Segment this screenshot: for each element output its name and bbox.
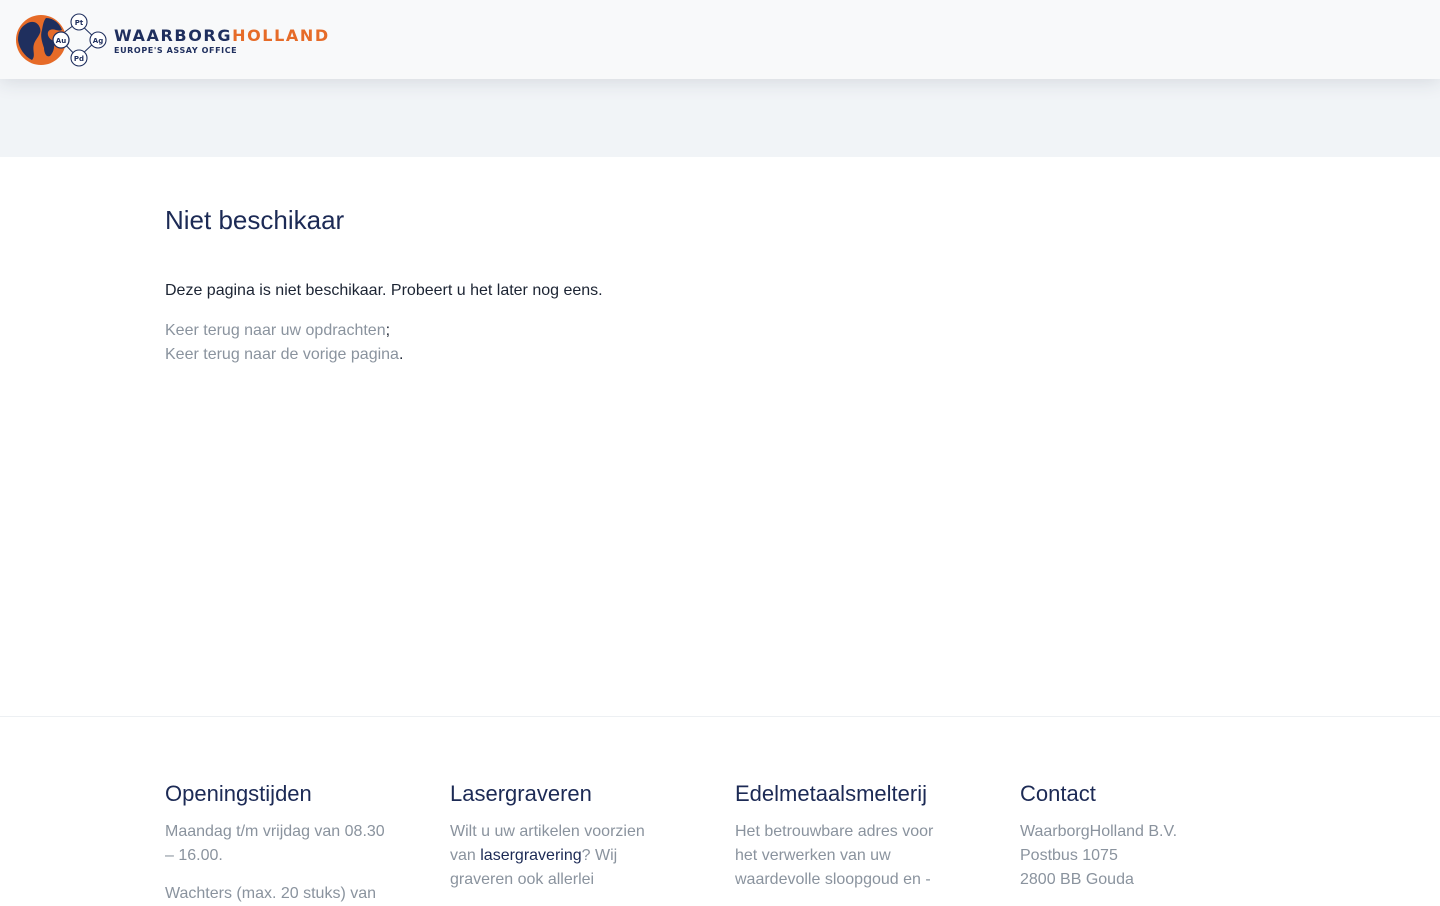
waarborgholland-logo[interactable]: Au Pt Ag Pd WAARBORGHOLLAND EUROPE'S ASS… (16, 12, 330, 68)
main-content: Niet beschikaar Deze pagina is niet besc… (165, 157, 1275, 367)
footer-heading-openingstijden: Openingstijden (165, 781, 312, 806)
page-title: Niet beschikaar (165, 205, 345, 235)
svg-text:Ag: Ag (93, 37, 103, 45)
opening-hours-text: Maandag t/m vrijdag van 08.30 – 16.00. (165, 823, 385, 864)
contact-postbus: Postbus 1075 (1020, 847, 1118, 864)
footer-heading-lasergraveren: Lasergraveren (450, 781, 592, 806)
globe-elements-logo-icon: Au Pt Ag Pd (16, 13, 107, 67)
footer-column-contact: Contact WaarborgHolland B.V. Postbus 107… (1020, 780, 1245, 892)
footer-column-lasergraveren: Lasergraveren Wilt u uw artikelen voorzi… (450, 780, 655, 892)
return-link-row: Keer terug naar uw opdrachten; (165, 319, 1275, 343)
lasergravering-link[interactable]: lasergravering (480, 847, 581, 864)
unavailable-message: Deze pagina is niet beschikaar. Probeert… (165, 282, 603, 299)
return-link-row: Keer terug naar de vorige pagina. (165, 343, 1275, 367)
site-header: Au Pt Ag Pd WAARBORGHOLLAND EUROPE'S ASS… (0, 0, 1440, 79)
opening-hours-extra-text: Wachters (max. 20 stuks) van (165, 885, 377, 902)
lasergraveren-text: Wilt u uw artikelen voorzien van lasergr… (450, 820, 655, 892)
footer-column-openingstijden: Openingstijden Maandag t/m vrijdag van 0… (165, 780, 390, 906)
brand-name-part2: HOLLAND (232, 25, 330, 45)
site-footer: Openingstijden Maandag t/m vrijdag van 0… (165, 780, 1275, 902)
page-banner (0, 79, 1440, 157)
footer-heading-contact: Contact (1020, 781, 1096, 806)
back-to-orders-link[interactable]: Keer terug naar uw opdrachten (165, 322, 386, 339)
brand-name-part1: WAARBORG (114, 25, 233, 45)
link-suffix: . (398, 346, 404, 363)
back-to-previous-page-link[interactable]: Keer terug naar de vorige pagina (165, 346, 399, 363)
return-links: Keer terug naar uw opdrachten; Keer teru… (165, 319, 1275, 367)
contact-company: WaarborgHolland B.V. (1020, 823, 1178, 840)
brand-name: WAARBORGHOLLAND (114, 25, 330, 45)
footer-heading-edelmetaalsmelterij: Edelmetaalsmelterij (735, 781, 927, 806)
svg-text:Pt: Pt (75, 19, 84, 27)
footer-column-edelmetaalsmelterij: Edelmetaalsmelterij Het betrouwbare adre… (735, 780, 940, 892)
logo-wordmark: WAARBORGHOLLAND EUROPE'S ASSAY OFFICE (114, 25, 330, 56)
contact-address: WaarborgHolland B.V. Postbus 1075 2800 B… (1020, 820, 1245, 892)
svg-text:Pd: Pd (74, 55, 84, 63)
contact-city: 2800 BB Gouda (1020, 871, 1134, 888)
svg-text:Au: Au (56, 37, 66, 45)
brand-tagline: EUROPE'S ASSAY OFFICE (114, 45, 238, 55)
footer-divider (0, 716, 1440, 717)
link-suffix: ; (385, 322, 391, 339)
edelmetaalsmelterij-text: Het betrouwbare adres voor het verwerken… (735, 823, 934, 888)
